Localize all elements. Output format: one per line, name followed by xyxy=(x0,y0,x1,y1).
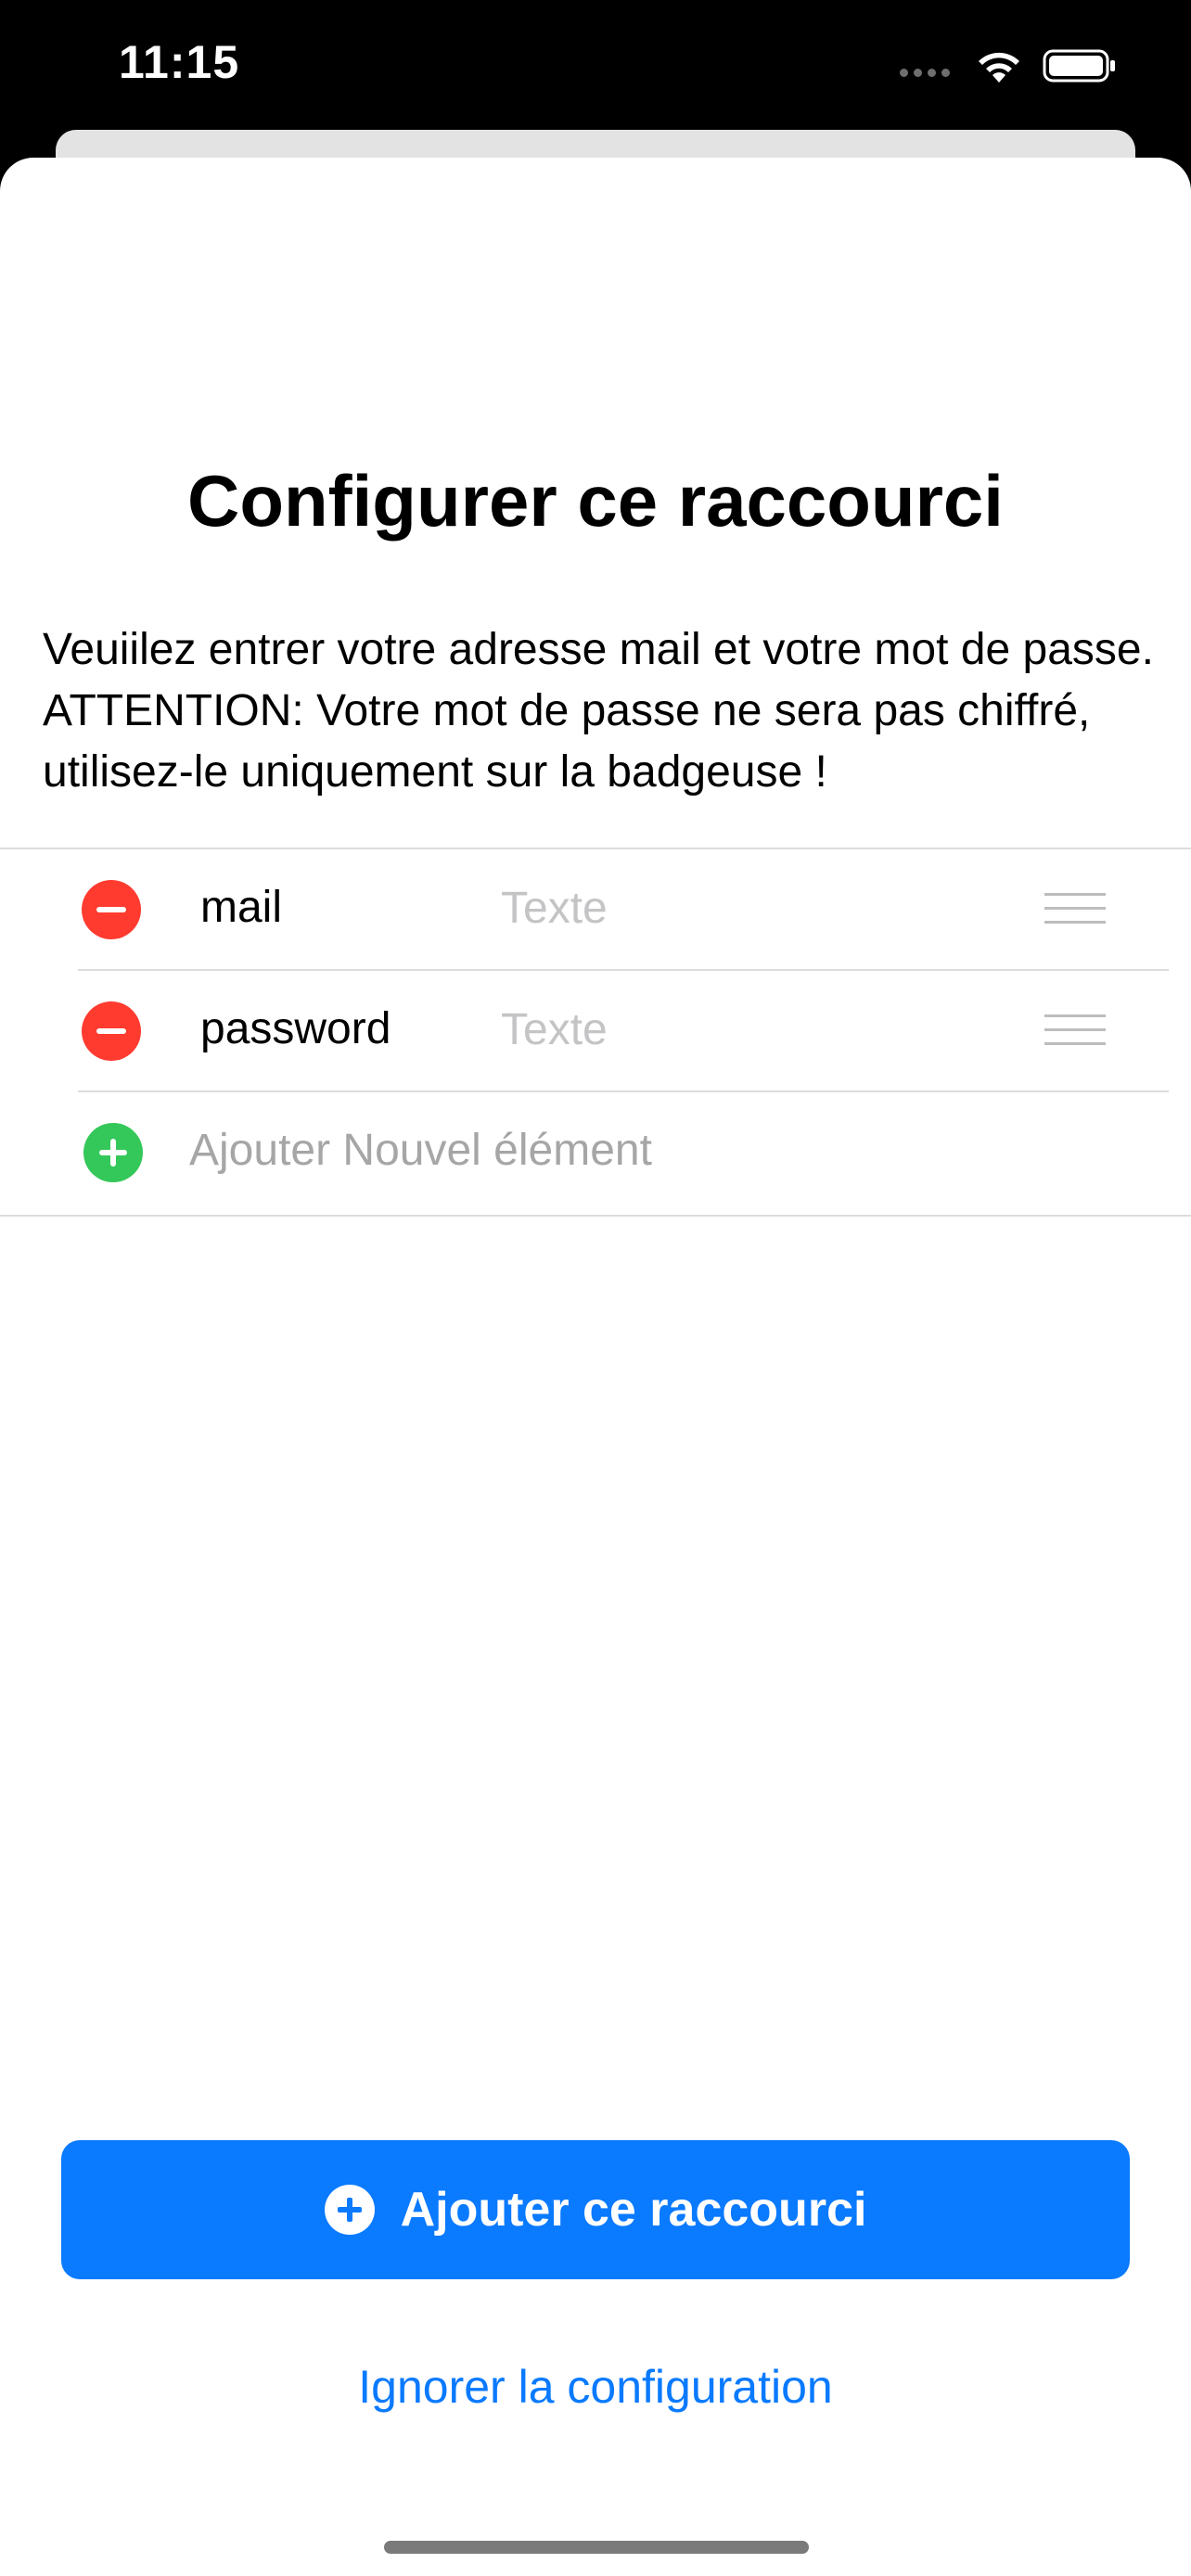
list-bottom-divider xyxy=(0,1215,1191,1217)
list-top-divider xyxy=(0,848,1191,849)
battery-icon xyxy=(1043,49,1115,83)
field-label-password: password xyxy=(200,1004,391,1053)
status-icons xyxy=(900,43,1117,89)
password-value-input[interactable] xyxy=(501,990,983,1068)
plus-circle-icon xyxy=(324,2185,375,2235)
signal-dots-icon xyxy=(900,68,950,77)
mail-value-input[interactable] xyxy=(501,869,983,947)
list-item-mail: mail xyxy=(0,850,1191,971)
reorder-handle-icon[interactable] xyxy=(1044,1014,1106,1048)
description-text: Veuiilez entrer votre adresse mail et vo… xyxy=(43,625,1154,797)
add-shortcut-button[interactable]: Ajouter ce raccourci xyxy=(61,2140,1130,2279)
add-element-icon[interactable] xyxy=(83,1123,143,1182)
remove-mail-button[interactable] xyxy=(82,880,141,939)
wifi-icon xyxy=(979,52,1019,83)
reorder-handle-icon[interactable] xyxy=(1044,893,1106,926)
add-new-element-label: Ajouter Nouvel élément xyxy=(189,1126,652,1175)
home-indicator[interactable] xyxy=(384,2541,809,2554)
page-title: Configurer ce raccourci xyxy=(187,460,1004,542)
list-item-password: password xyxy=(0,972,1191,1092)
field-label-mail: mail xyxy=(200,883,283,932)
ignore-configuration-button[interactable]: Ignorer la configuration xyxy=(0,2360,1191,2414)
add-new-element-row[interactable]: Ajouter Nouvel élément xyxy=(0,1093,1191,1214)
remove-password-button[interactable] xyxy=(82,1001,141,1061)
add-shortcut-label: Ajouter ce raccourci xyxy=(400,2183,867,2237)
row-divider xyxy=(78,1090,1169,1092)
status-time: 11:15 xyxy=(119,36,240,88)
row-divider xyxy=(78,969,1169,971)
